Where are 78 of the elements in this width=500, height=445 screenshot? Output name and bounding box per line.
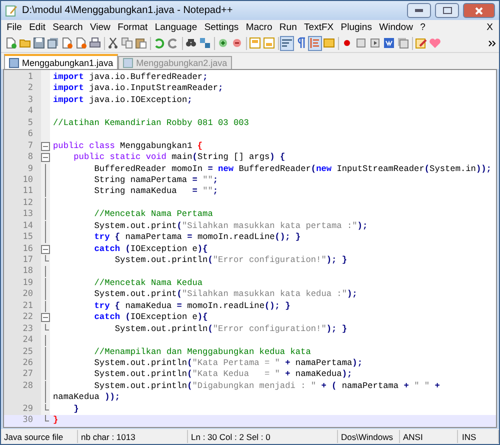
line-number: 4 (26, 106, 34, 118)
code-line: //Mencetak Nama Pertama (93, 209, 214, 221)
code-line: System.out.println("Error configuration!"); } (114, 324, 348, 336)
line-number: 22 (22, 312, 34, 324)
code-line: import java.io.InputStreamReader; (52, 83, 224, 95)
code-line: try { namaPertama = momoIn.readLine(); } (93, 232, 302, 244)
code-line: BufferedReader momoIn = new BufferedReader(new InputStreamReader(System.in)); (93, 164, 492, 175)
code-line: //Latihan Kemandirian Robby 081 03 003 (52, 118, 250, 130)
line-number: 16 (22, 244, 34, 255)
line-number: 25 (22, 346, 34, 358)
menu-item[interactable]: TextFX (300, 22, 338, 32)
line-number: 28 (22, 380, 34, 392)
menu-item[interactable]: Language (151, 22, 201, 32)
code-line: namaKedua )); (52, 392, 122, 404)
menu-item[interactable]: File (3, 22, 26, 32)
menu-item[interactable]: Edit (26, 22, 50, 32)
line-number: 21 (22, 300, 34, 312)
code-line: import java.io.BufferedReader; (52, 72, 209, 84)
line-number: 12 (22, 198, 34, 210)
line-number: 6 (26, 129, 34, 141)
code-line: public class Menggabungkan1 { (52, 140, 204, 152)
status-text: ANSI (400, 430, 458, 443)
line-number: 1 (26, 72, 34, 84)
line-number: 19 (22, 278, 34, 290)
line-number: 26 (22, 358, 34, 370)
line-number: 23 (22, 324, 34, 336)
code-line: //Mencetak Nama Kedua (93, 278, 204, 290)
code-line: System.out.println("Kata Kedua = " + namaKedua); (93, 369, 354, 381)
line-number: 20 (22, 289, 34, 301)
menu-item[interactable]: View (86, 22, 114, 32)
status-text: INS (459, 430, 499, 443)
line-number: 5 (26, 118, 34, 130)
line-number: 27 (22, 369, 34, 381)
code-line: System.out.print("Silahkan masukkan kata kedua :"); (93, 289, 358, 301)
line-number: 15 (22, 232, 34, 244)
line-number: 3 (26, 94, 34, 106)
code-line: try { namaKedua = momoIn.readLine(); } (93, 300, 292, 312)
line-number: 29 (22, 404, 34, 416)
status-text: nb char : 1013 (78, 430, 188, 443)
code-line: //Menampilkan dan Menggabungkan kedua kata (93, 346, 312, 358)
status-text: Dos\Windows (338, 430, 400, 443)
code-line: } (52, 415, 60, 427)
code-line: } (72, 404, 80, 416)
menu-item[interactable]: Run (276, 22, 300, 32)
menu-item[interactable]: Settings (200, 22, 242, 32)
line-number: 11 (22, 186, 34, 198)
line-number: 8 (26, 152, 34, 164)
menu-item[interactable]: Search (49, 22, 86, 32)
file-tab[interactable]: Menggabungkan1.java (4, 54, 118, 69)
menu-item[interactable]: Window (376, 22, 417, 32)
code-line: System.out.println("Digabungkan menjadi : " + ( namaPertama + " " + (93, 380, 441, 392)
line-number: 7 (26, 140, 34, 152)
menu-item[interactable]: Macro (242, 22, 276, 32)
code-line: System.out.print("Silahkan masukkan kata pertama :"); (93, 220, 369, 232)
menu-item[interactable]: ? (416, 22, 430, 32)
code-line: System.out.println("Error configuration!"); } (114, 255, 348, 266)
code-line: import java.io.IOException; (52, 94, 194, 106)
code-line: System.out.println("Kata Pertama = " + namaPertama); (93, 358, 364, 370)
menu-item[interactable]: Plugins (337, 22, 376, 32)
line-number: 2 (26, 83, 34, 95)
code-line: public static void main(String [] args) { (72, 152, 286, 164)
line-number: 24 (22, 335, 34, 346)
line-number: 9 (26, 164, 34, 175)
line-number: 14 (22, 220, 34, 232)
status-text: Java source file (1, 430, 78, 443)
line-number: 10 (22, 174, 34, 186)
line-number: 18 (22, 266, 34, 278)
status-text: Ln : 30 Col : 2 Sel : 0 (188, 430, 338, 443)
line-number: 17 (22, 255, 34, 266)
code-line: String namaPertama = ""; (93, 174, 220, 186)
menu-item[interactable]: Format (114, 22, 152, 32)
line-number: 30 (22, 415, 34, 427)
code-line: catch (IOException e){ (93, 244, 209, 255)
close-document-button[interactable]: X (482, 22, 497, 32)
code-line: String namaKedua = ""; (93, 186, 220, 198)
code-line: catch (IOException e){ (93, 312, 209, 324)
line-number: 13 (22, 209, 34, 221)
window-title: D:\modul 4\Menggabungkan1.java - Notepad++ (22, 5, 234, 16)
